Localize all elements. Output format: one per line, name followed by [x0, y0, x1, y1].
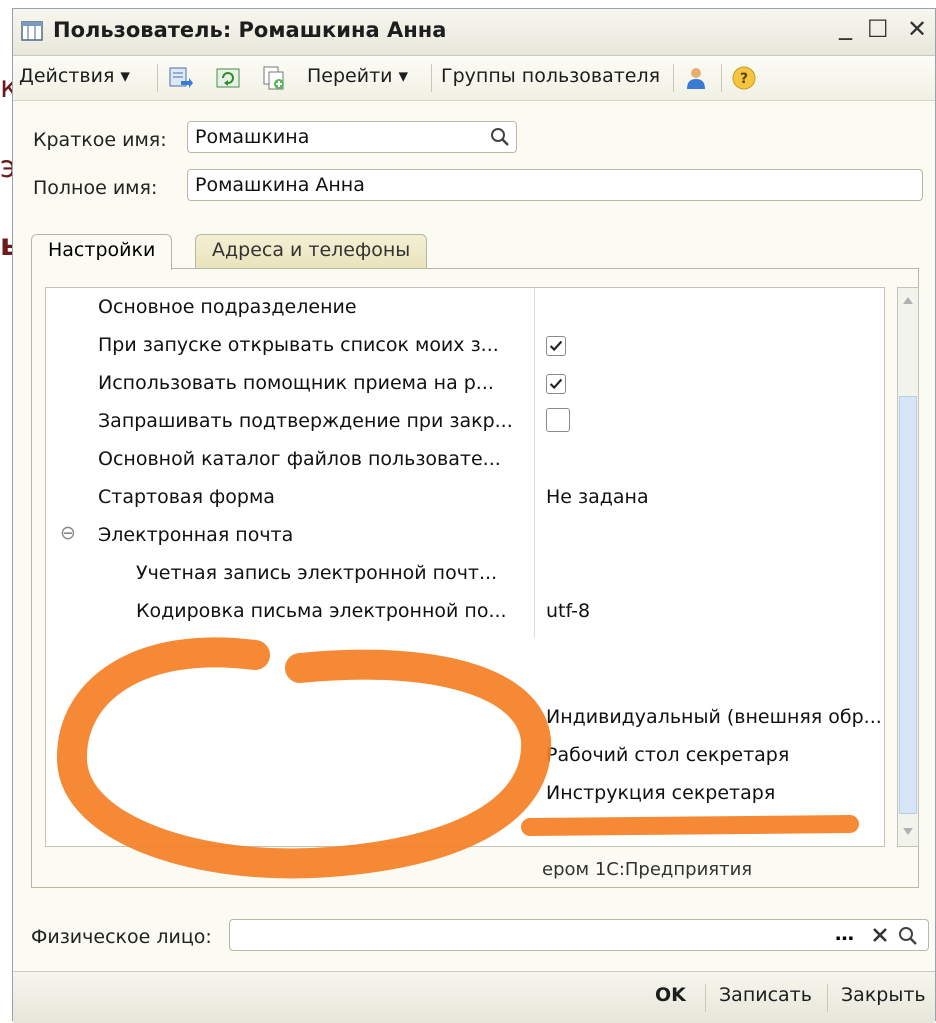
highlight-ellipse-annotation	[56, 637, 552, 879]
highlight-underline-annotation	[521, 815, 859, 836]
annotation-overlay	[56, 637, 859, 879]
tab-settings[interactable]: Настройки	[31, 234, 173, 270]
